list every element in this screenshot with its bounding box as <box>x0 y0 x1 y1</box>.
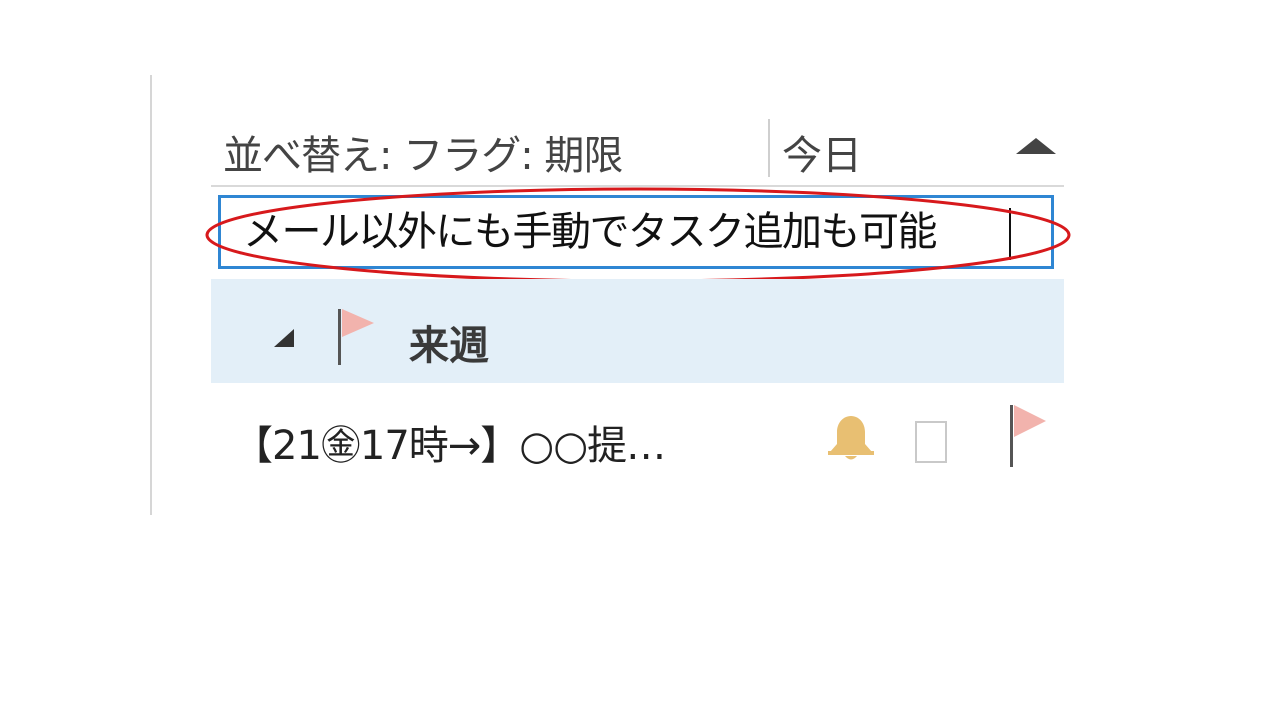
flag-icon[interactable] <box>1008 403 1048 469</box>
flag-icon <box>338 309 374 365</box>
group-header-next-week[interactable]: 来週 <box>211 279 1064 383</box>
expand-triangle-icon[interactable] <box>274 329 294 347</box>
collapse-triangle-icon[interactable] <box>1016 138 1056 154</box>
new-task-box[interactable] <box>205 187 1071 283</box>
task-row[interactable]: 【21㊎17時→】○○提… <box>211 383 1064 493</box>
task-title: 【21㊎17時→】○○提… <box>233 423 666 469</box>
text-caret <box>1009 208 1011 260</box>
header-separator <box>768 119 770 177</box>
today-label[interactable]: 今日 <box>782 123 862 181</box>
complete-checkbox[interactable] <box>915 421 947 463</box>
bell-icon[interactable] <box>823 413 879 463</box>
group-label: 来週 <box>409 323 489 369</box>
pane-divider[interactable] <box>150 75 152 515</box>
new-task-input[interactable] <box>243 204 1013 260</box>
sort-header: 並べ替え: フラグ: 期限 今日 <box>211 115 1064 187</box>
sort-by-label[interactable]: 並べ替え: フラグ: 期限 <box>223 123 623 181</box>
todo-panel: 並べ替え: フラグ: 期限 今日 来週 【21㊎17時→】○○提… <box>205 115 1071 493</box>
task-pane-screenshot: 並べ替え: フラグ: 期限 今日 来週 【21㊎17時→】○○提… <box>0 0 1280 720</box>
